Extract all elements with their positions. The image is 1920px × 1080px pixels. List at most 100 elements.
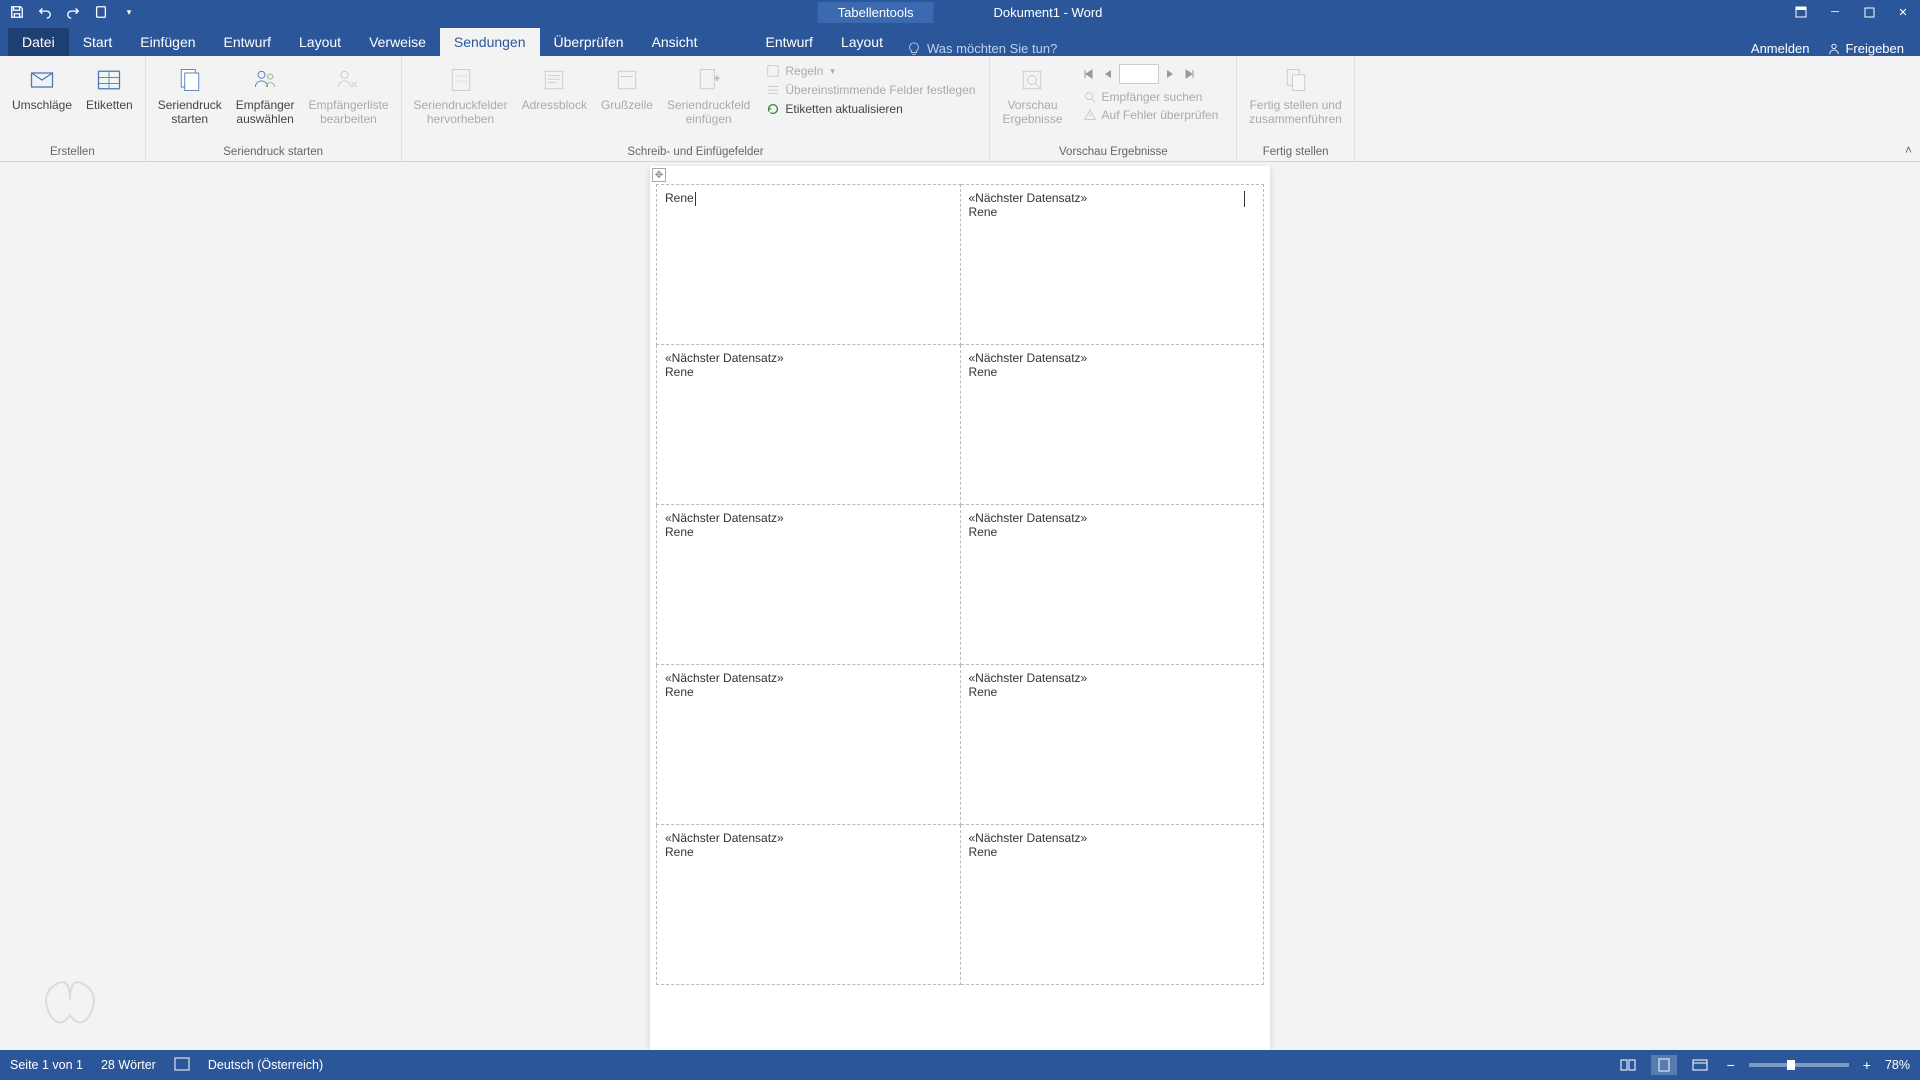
group-label-vorschau: Vorschau Ergebnisse (996, 144, 1230, 161)
share-button[interactable]: Freigeben (1827, 41, 1904, 56)
next-record-field: «Nächster Datensatz» (969, 511, 1256, 525)
next-record-field: «Nächster Datensatz» (665, 511, 952, 525)
next-record-field: «Nächster Datensatz» (665, 831, 952, 845)
collapse-ribbon-icon[interactable]: ˄ (1905, 143, 1912, 157)
zoom-in-icon[interactable]: + (1859, 1057, 1875, 1073)
mailmerge-start-icon (174, 64, 206, 96)
tab-context-entwurf[interactable]: Entwurf (751, 28, 826, 56)
next-record-field: «Nächster Datensatz» (969, 351, 1256, 365)
next-record-field: «Nächster Datensatz» (665, 671, 952, 685)
record-number-input[interactable] (1119, 64, 1159, 84)
label-cell[interactable]: «Nächster Datensatz» Rene (960, 185, 1264, 345)
tab-file[interactable]: Datei (8, 28, 69, 56)
tab-context-layout[interactable]: Layout (827, 28, 897, 56)
check-errors-icon (1083, 108, 1097, 122)
spellcheck-icon[interactable] (174, 1057, 190, 1074)
first-record-icon[interactable] (1079, 64, 1097, 84)
tab-ueberpruefen[interactable]: Überprüfen (540, 28, 638, 56)
word-count[interactable]: 28 Wörter (101, 1058, 156, 1072)
next-record-field: «Nächster Datensatz» (969, 671, 1256, 685)
text-cursor-icon (1244, 191, 1245, 207)
vorschau-ergebnisse-button[interactable]: Vorschau Ergebnisse (996, 60, 1068, 131)
page[interactable]: ✥ Rene «Nächster Datensatz» Rene «Nächst… (650, 166, 1270, 1050)
find-recipient-icon (1083, 90, 1097, 104)
recipients-edit-icon (332, 64, 364, 96)
next-record-icon[interactable] (1161, 64, 1179, 84)
label-cell[interactable]: «Nächster Datensatz» Rene (960, 665, 1264, 825)
hervorheben-button[interactable]: Seriendruckfelder hervorheben (408, 60, 514, 131)
touch-mode-icon[interactable] (90, 1, 112, 23)
empfangerliste-bearbeiten-button[interactable]: Empfängerliste bearbeiten (302, 60, 394, 131)
seriendruck-starten-button[interactable]: Seriendruck starten (152, 60, 228, 131)
group-label-erstellen: Erstellen (6, 144, 139, 161)
label-name: Rene (969, 845, 1256, 859)
preview-results-icon (1016, 64, 1048, 96)
customize-qat-icon[interactable]: ▾ (118, 1, 140, 23)
label-cell[interactable]: «Nächster Datensatz» Rene (657, 825, 961, 985)
label-name: Rene (665, 845, 952, 859)
adressblock-button[interactable]: Adressblock (516, 60, 593, 116)
last-record-icon[interactable] (1181, 64, 1199, 84)
undo-icon[interactable] (34, 1, 56, 23)
label-cell[interactable]: «Nächster Datensatz» Rene (960, 345, 1264, 505)
label-cell[interactable]: «Nächster Datensatz» Rene (657, 665, 961, 825)
group-label-felder: Schreib- und Einfügefelder (408, 144, 984, 161)
grusszeile-button[interactable]: Grußzeile (595, 60, 659, 116)
fertig-stellen-button[interactable]: Fertig stellen und zusammenführen (1243, 60, 1348, 131)
maximize-icon[interactable] (1852, 0, 1886, 24)
table-move-handle-icon[interactable]: ✥ (652, 168, 666, 182)
ribbon-display-options-icon[interactable] (1784, 0, 1818, 24)
tab-sendungen[interactable]: Sendungen (440, 28, 540, 56)
regeln-button[interactable]: Regeln▾ (762, 62, 979, 80)
rules-icon (766, 64, 780, 78)
group-vorschau: Vorschau Ergebnisse Empfänger suchen Auf… (990, 56, 1237, 161)
share-icon (1827, 42, 1841, 56)
label-cell[interactable]: «Nächster Datensatz» Rene (960, 825, 1264, 985)
greeting-line-icon (611, 64, 643, 96)
tab-layout[interactable]: Layout (285, 28, 355, 56)
label-cell[interactable]: «Nächster Datensatz» Rene (657, 505, 961, 665)
record-nav (1079, 64, 1223, 84)
prev-record-icon[interactable] (1099, 64, 1117, 84)
umschlage-button[interactable]: Umschläge (6, 60, 78, 116)
empfanger-suchen-button[interactable]: Empfänger suchen (1079, 88, 1223, 106)
web-layout-icon[interactable] (1687, 1055, 1713, 1075)
match-fields-icon (766, 83, 780, 97)
label-cell[interactable]: «Nächster Datensatz» Rene (960, 505, 1264, 665)
sign-in-link[interactable]: Anmelden (1751, 41, 1810, 56)
felder-festlegen-button[interactable]: Übereinstimmende Felder festlegen (762, 81, 979, 99)
zoom-level[interactable]: 78% (1885, 1058, 1910, 1072)
read-mode-icon[interactable] (1615, 1055, 1641, 1075)
zoom-out-icon[interactable]: − (1723, 1057, 1739, 1073)
tab-start[interactable]: Start (69, 28, 127, 56)
envelope-icon (26, 64, 58, 96)
insert-mergefield-icon (693, 64, 725, 96)
fehler-ueberpruefen-button[interactable]: Auf Fehler überprüfen (1079, 106, 1223, 124)
tab-einfuegen[interactable]: Einfügen (126, 28, 209, 56)
tab-verweise[interactable]: Verweise (355, 28, 440, 56)
save-icon[interactable] (6, 1, 28, 23)
tell-me-box[interactable]: Was möchten Sie tun? (907, 41, 1057, 56)
etiketten-button[interactable]: Etiketten (80, 60, 139, 116)
label-cell[interactable]: Rene (657, 185, 961, 345)
etiketten-aktualisieren-button[interactable]: Etiketten aktualisieren (762, 100, 979, 118)
tab-entwurf[interactable]: Entwurf (210, 28, 285, 56)
zoom-slider[interactable] (1749, 1063, 1849, 1067)
language-indicator[interactable]: Deutsch (Österreich) (208, 1058, 323, 1072)
empfanger-auswahlen-button[interactable]: Empfänger auswählen (230, 60, 301, 131)
tab-ansicht[interactable]: Ansicht (638, 28, 712, 56)
print-layout-icon[interactable] (1651, 1055, 1677, 1075)
statusbar: Seite 1 von 1 28 Wörter Deutsch (Österre… (0, 1050, 1920, 1080)
redo-icon[interactable] (62, 1, 84, 23)
minimize-icon[interactable]: ─ (1818, 0, 1852, 24)
zoom-slider-thumb[interactable] (1787, 1060, 1795, 1070)
next-record-field: «Nächster Datensatz» (665, 351, 952, 365)
label-name: Rene (665, 191, 952, 206)
page-indicator[interactable]: Seite 1 von 1 (10, 1058, 83, 1072)
context-tab-label: Tabellentools (818, 2, 934, 23)
seriendruckfeld-einfuegen-button[interactable]: Seriendruckfeld einfügen (661, 60, 756, 131)
watermark-logo (30, 965, 110, 1040)
close-icon[interactable]: ✕ (1886, 0, 1920, 24)
label-cell[interactable]: «Nächster Datensatz» Rene (657, 345, 961, 505)
label-name: Rene (969, 365, 1256, 379)
